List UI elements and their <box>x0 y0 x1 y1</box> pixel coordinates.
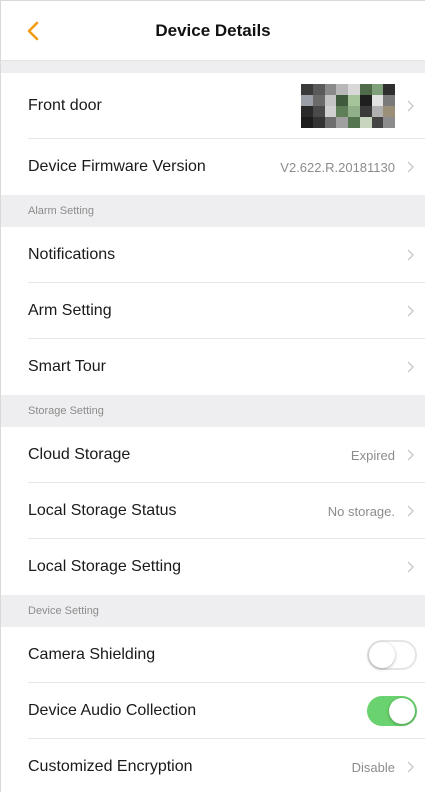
local-storage-setting-row[interactable]: Local Storage Setting <box>1 539 425 595</box>
audio-collection-row: Device Audio Collection <box>1 683 425 739</box>
smart-tour-label: Smart Tour <box>28 358 106 375</box>
chevron-right-icon <box>405 448 415 462</box>
chevron-right-icon <box>405 304 415 318</box>
device-setting-header: Device Setting <box>1 595 425 627</box>
device-name-row[interactable]: Front door <box>1 73 425 139</box>
notifications-label: Notifications <box>28 246 116 263</box>
cloud-storage-value: Expired <box>350 447 395 463</box>
cloud-storage-row[interactable]: Cloud Storage Expired <box>1 427 425 483</box>
nav-bar: Device Details <box>1 1 425 61</box>
toggle-knob <box>389 698 415 724</box>
camera-shielding-label: Camera Shielding <box>28 646 156 663</box>
page-title: Device Details <box>155 21 271 40</box>
chevron-right-icon <box>405 504 415 518</box>
chevron-right-icon <box>405 560 415 574</box>
local-storage-setting-label: Local Storage Setting <box>28 558 181 575</box>
chevron-right-icon <box>405 160 415 174</box>
storage-setting-header: Storage Setting <box>1 395 425 427</box>
chevron-right-icon <box>405 248 415 262</box>
chevron-right-icon <box>405 99 415 113</box>
camera-shielding-toggle[interactable] <box>367 640 417 670</box>
customized-encryption-value: Disable <box>351 759 395 775</box>
local-storage-status-label: Local Storage Status <box>28 502 177 519</box>
device-snapshot-thumbnail <box>301 84 395 128</box>
cloud-storage-label: Cloud Storage <box>28 446 131 463</box>
arm-setting-label: Arm Setting <box>28 302 112 319</box>
camera-shielding-row: Camera Shielding <box>1 627 425 683</box>
audio-collection-label: Device Audio Collection <box>28 702 197 719</box>
local-storage-status-value: No storage. <box>327 503 395 519</box>
device-name-label: Front door <box>28 97 102 114</box>
firmware-version-label: Device Firmware Version <box>28 158 206 175</box>
alarm-setting-header: Alarm Setting <box>1 195 425 227</box>
notifications-row[interactable]: Notifications <box>1 227 425 283</box>
firmware-version-row[interactable]: Device Firmware Version V2.622.R.2018113… <box>1 139 425 195</box>
customized-encryption-label: Customized Encryption <box>28 758 193 775</box>
device-details-screen: Device Details Front door Device Firmwar… <box>0 0 425 792</box>
firmware-version-value: V2.622.R.20181130 <box>280 159 395 175</box>
toggle-knob <box>369 642 395 668</box>
chevron-right-icon <box>405 760 415 774</box>
local-storage-status-row[interactable]: Local Storage Status No storage. <box>1 483 425 539</box>
customized-encryption-row[interactable]: Customized Encryption Disable <box>1 739 425 792</box>
arm-setting-row[interactable]: Arm Setting <box>1 283 425 339</box>
smart-tour-row[interactable]: Smart Tour <box>1 339 425 395</box>
section-spacer <box>1 61 425 73</box>
audio-collection-toggle[interactable] <box>367 696 417 726</box>
chevron-right-icon <box>405 360 415 374</box>
